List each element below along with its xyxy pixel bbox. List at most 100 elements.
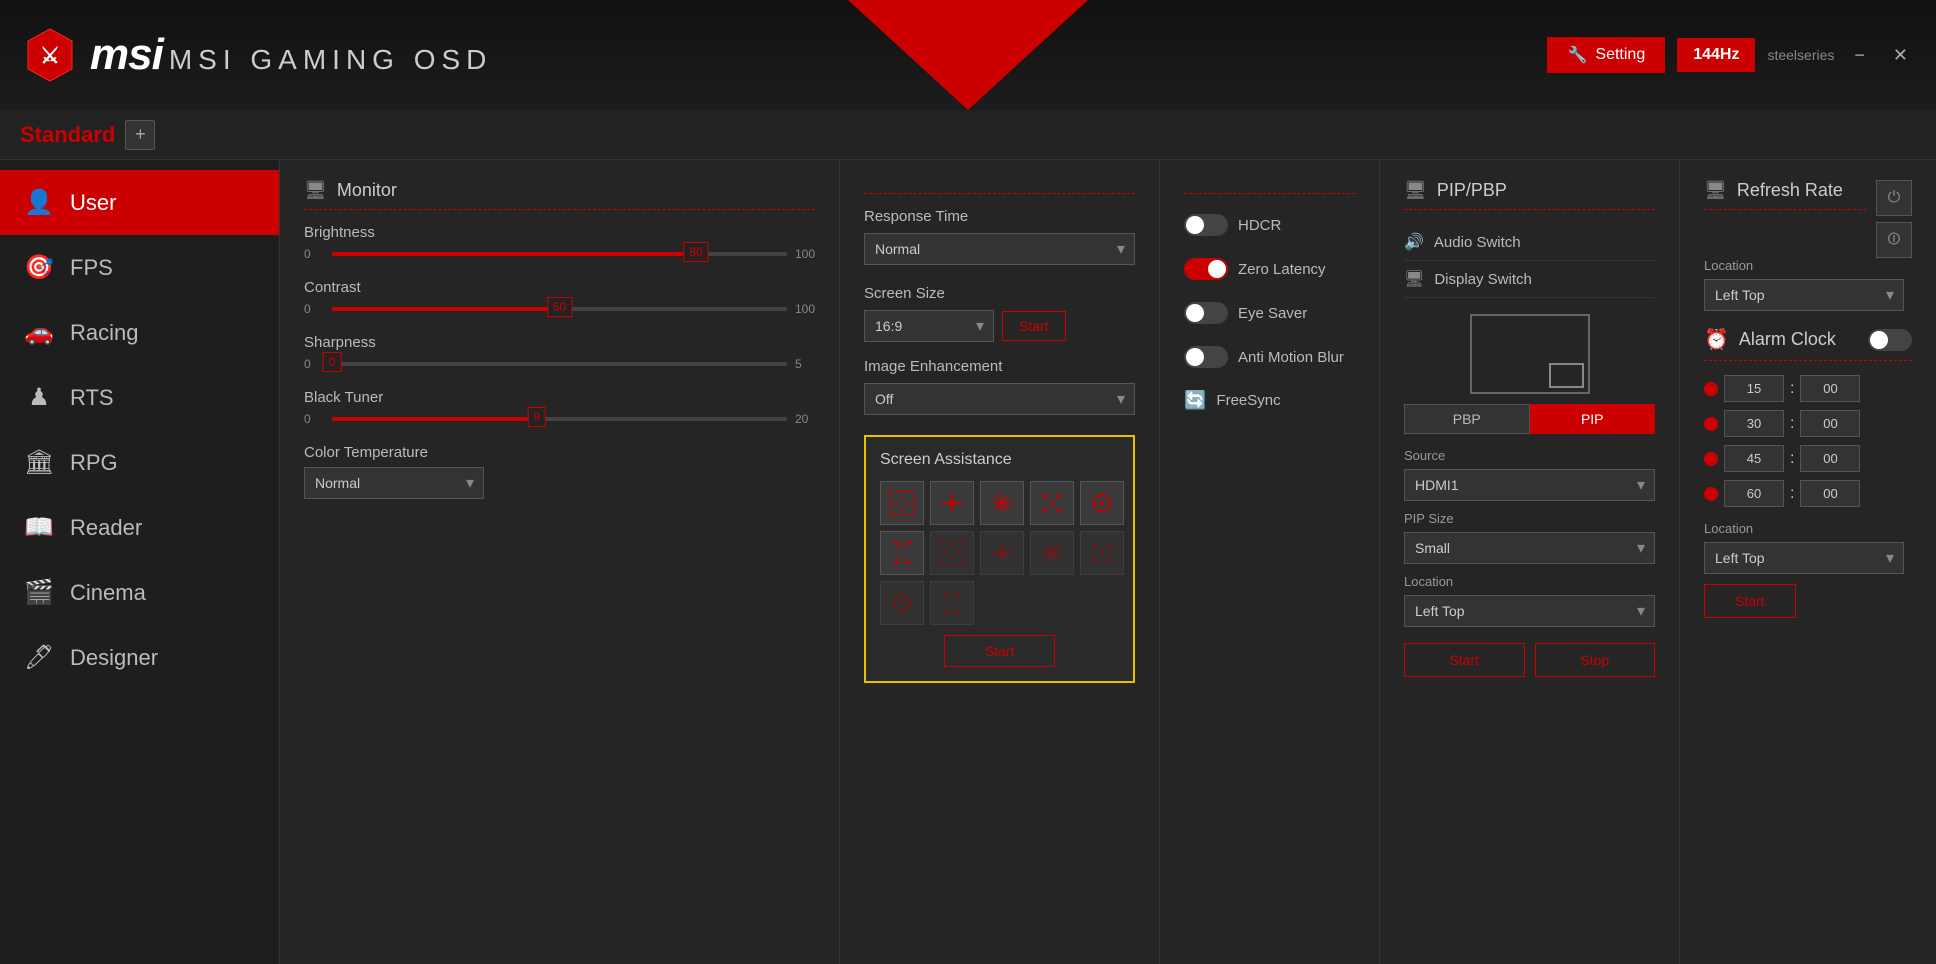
crosshair-icon-10[interactable]: [1080, 531, 1124, 575]
image-enhancement-select[interactable]: Off Weak Medium Strong Strongest: [864, 383, 1135, 415]
pip-pbp-panel-title: 🖥 PIP/PBP: [1404, 180, 1655, 210]
contrast-slider-row: 0 50 100: [304, 302, 815, 316]
power-off-button[interactable]: ⏼: [1876, 222, 1912, 258]
screen-size-select[interactable]: 16:9 4:3 1:1: [864, 310, 994, 342]
tab-add-button[interactable]: +: [125, 120, 155, 150]
pip-size-select[interactable]: Small Medium Large: [1404, 532, 1655, 564]
display-switch-label: Display Switch: [1434, 271, 1532, 288]
pip-start-button[interactable]: Start: [1404, 643, 1525, 677]
pip-location-select[interactable]: Left Top Right Top Left Bottom Right Bot…: [1404, 595, 1655, 627]
screen-size-start-button[interactable]: Start: [1002, 311, 1066, 341]
anti-motion-blur-label: Anti Motion Blur: [1238, 349, 1344, 366]
crosshair-icon-12[interactable]: [930, 581, 974, 625]
reader-icon: 📖: [24, 513, 54, 542]
alarm-minute-1[interactable]: 00153045: [1800, 375, 1860, 402]
alarm-minute-3[interactable]: 00153045: [1800, 445, 1860, 472]
sidebar-item-racing[interactable]: 🚗 Racing: [0, 300, 279, 365]
response-time-select[interactable]: Normal Fast Fastest: [864, 233, 1135, 265]
pip-source-select[interactable]: HDMI1 HDMI2 DP USB-C: [1404, 469, 1655, 501]
setting-button[interactable]: 🔧 Setting: [1547, 37, 1665, 73]
title-bar: ⚔ msi MSI GAMING OSD 🔧 Setting 144Hz ste…: [0, 0, 1936, 110]
sidebar-item-fps[interactable]: 🎯 FPS: [0, 235, 279, 300]
pip-stop-button[interactable]: Stop: [1535, 643, 1656, 677]
alarm-minute-4[interactable]: 00153045: [1800, 480, 1860, 507]
pip-pbp-panel: 🖥 PIP/PBP 🔊 Audio Switch 🖥 Display Switc…: [1380, 160, 1680, 964]
crosshair-icon-5[interactable]: [1080, 481, 1124, 525]
brightness-track[interactable]: 80: [332, 252, 787, 256]
response-time-select-wrapper[interactable]: Normal Fast Fastest: [864, 233, 1135, 265]
zero-latency-toggle[interactable]: [1184, 258, 1228, 280]
svg-text:⚔: ⚔: [40, 43, 60, 68]
image-enhancement-select-wrapper[interactable]: Off Weak Medium Strong Strongest: [864, 383, 1135, 415]
alarm-location-select[interactable]: Left Top Right Top Left Bottom Right Bot…: [1704, 542, 1904, 574]
alarm-entry-4: 60153045 : 00153045: [1704, 480, 1912, 507]
pbp-pip-tabs: PBP PIP: [1404, 404, 1655, 434]
pip-source-select-wrapper[interactable]: HDMI1 HDMI2 DP USB-C: [1404, 469, 1655, 501]
alarm-hour-3[interactable]: 45153060: [1724, 445, 1784, 472]
pbp-tab[interactable]: PBP: [1404, 404, 1530, 434]
contrast-section: Contrast 0 50 100: [304, 279, 815, 316]
crosshair-icon-9[interactable]: [1030, 531, 1074, 575]
black-tuner-section: Black Tuner 0 9 20: [304, 389, 815, 426]
sidebar-item-rpg[interactable]: 🏛 RPG: [0, 430, 279, 495]
alarm-hour-2[interactable]: 30154560: [1724, 410, 1784, 437]
app-wrapper: ⚔ msi MSI GAMING OSD 🔧 Setting 144Hz ste…: [0, 0, 1936, 964]
sharpness-track[interactable]: 0: [332, 362, 787, 366]
black-tuner-value: 9: [527, 407, 546, 427]
crosshair-icon-3[interactable]: [980, 481, 1024, 525]
pip-source-label: Source: [1404, 448, 1655, 463]
refresh-location-select-wrapper[interactable]: Left Top Right Top Left Bottom Right Bot…: [1704, 279, 1904, 311]
sidebar-item-rts[interactable]: ♟ RTS: [0, 365, 279, 430]
crosshair-icon-7[interactable]: [930, 531, 974, 575]
alarm-clock-toggle[interactable]: [1868, 329, 1912, 351]
hdcr-toggle[interactable]: [1184, 214, 1228, 236]
sidebar-item-designer[interactable]: 🖊 Designer: [0, 625, 279, 690]
refresh-rate-title-text: Refresh Rate: [1737, 180, 1843, 201]
color-temp-select-wrapper[interactable]: Normal Warm Cool User: [304, 467, 484, 499]
crosshair-icon-6[interactable]: [880, 531, 924, 575]
hdcr-toggle-knob: [1186, 216, 1204, 234]
eye-saver-toggle[interactable]: [1184, 302, 1228, 324]
sharpness-value: 0: [323, 352, 342, 372]
color-temp-select[interactable]: Normal Warm Cool User: [304, 467, 484, 499]
screen-size-label: Screen Size: [864, 285, 1135, 302]
panels-row: 🖥 Monitor Brightness 0 80 100: [280, 160, 1936, 964]
sidebar-item-cinema[interactable]: 🎬 Cinema: [0, 560, 279, 625]
brightness-label: Brightness: [304, 224, 815, 241]
screen-assistance-title: Screen Assistance: [880, 451, 1119, 469]
crosshair-icon-11[interactable]: [880, 581, 924, 625]
alarm-hour-1[interactable]: 15304560: [1724, 375, 1784, 402]
pip-location-select-wrapper[interactable]: Left Top Right Top Left Bottom Right Bot…: [1404, 595, 1655, 627]
crosshair-icon-4[interactable]: [1030, 481, 1074, 525]
sidebar-item-user[interactable]: 👤 User: [0, 170, 279, 235]
screen-assistance-start-button[interactable]: Start: [944, 635, 1056, 667]
crosshair-icon-1[interactable]: [880, 481, 924, 525]
alarm-location-select-wrapper[interactable]: Left Top Right Top Left Bottom Right Bot…: [1704, 542, 1904, 574]
black-tuner-label: Black Tuner: [304, 389, 815, 406]
audio-switch-label: Audio Switch: [1434, 234, 1521, 251]
contrast-track[interactable]: 50: [332, 307, 787, 311]
alarm-colon-2: :: [1790, 415, 1794, 433]
minimize-button[interactable]: −: [1846, 41, 1873, 70]
screen-size-section: Screen Size 16:9 4:3 1:1 Start: [864, 285, 1135, 342]
freesync-row: 🔄 FreeSync: [1184, 390, 1355, 411]
screen-size-row: 16:9 4:3 1:1 Start: [864, 310, 1135, 342]
pip-tab[interactable]: PIP: [1530, 404, 1656, 434]
pip-size-select-wrapper[interactable]: Small Medium Large: [1404, 532, 1655, 564]
crosshair-icon-2[interactable]: [930, 481, 974, 525]
alarm-minute-2[interactable]: 00153045: [1800, 410, 1860, 437]
power-on-button[interactable]: ⏻: [1876, 180, 1912, 216]
crosshair-icon-8[interactable]: [980, 531, 1024, 575]
sidebar-item-reader[interactable]: 📖 Reader: [0, 495, 279, 560]
screen-size-select-wrapper[interactable]: 16:9 4:3 1:1: [864, 310, 994, 342]
tab-standard-label[interactable]: Standard: [20, 122, 115, 148]
freesync-icon: 🔄: [1184, 390, 1206, 411]
alarm-start-button[interactable]: Start: [1704, 584, 1796, 618]
hdcr-toggle-row: HDCR: [1184, 214, 1355, 236]
alarm-dot-2: [1704, 417, 1718, 431]
anti-motion-blur-toggle[interactable]: [1184, 346, 1228, 368]
black-tuner-track[interactable]: 9: [332, 417, 787, 421]
close-button[interactable]: ✕: [1885, 41, 1916, 70]
refresh-location-select[interactable]: Left Top Right Top Left Bottom Right Bot…: [1704, 279, 1904, 311]
alarm-hour-4[interactable]: 60153045: [1724, 480, 1784, 507]
